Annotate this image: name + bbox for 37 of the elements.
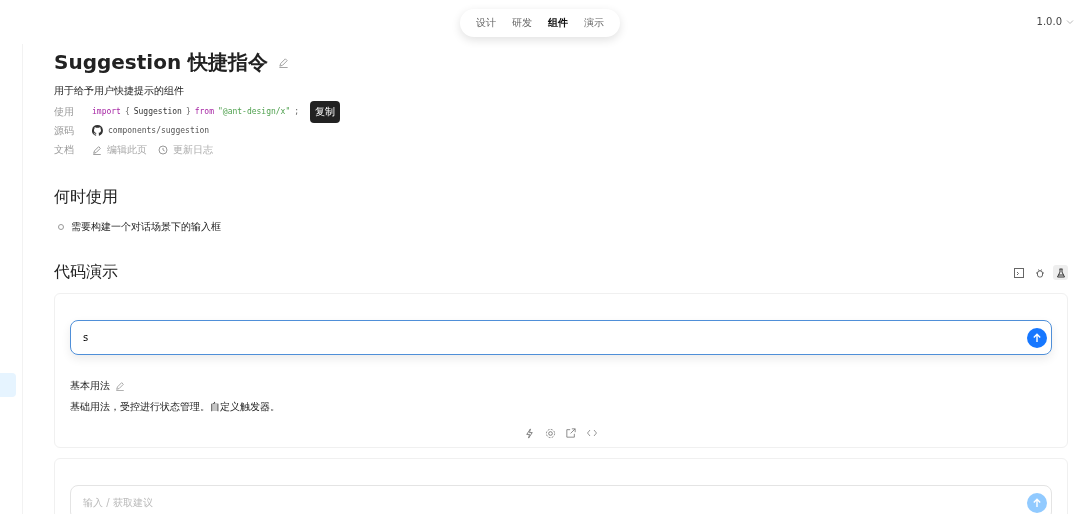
message-input[interactable]: s: [81, 331, 1027, 344]
input-box[interactable]: s: [70, 320, 1052, 355]
nav-tab[interactable]: 研发: [512, 16, 532, 30]
nav-tab[interactable]: 设计: [476, 16, 496, 30]
input-box[interactable]: 输入 / 获取建议: [70, 485, 1052, 514]
version-select[interactable]: 1.0.0: [1036, 16, 1074, 27]
nav-tab[interactable]: 组件: [548, 16, 568, 30]
nav-tab[interactable]: 演示: [584, 16, 604, 30]
meta-label: 文档: [54, 142, 75, 157]
edit-icon[interactable]: [115, 381, 125, 391]
send-button[interactable]: [1027, 327, 1047, 348]
edit-icon: [92, 144, 102, 155]
page-title: Suggestion 快捷指令: [54, 49, 269, 76]
page-subtitle: 用于给予用户快捷提示的组件: [54, 84, 185, 98]
bullet-text: 需要构建一个对话场景下的输入框: [71, 220, 221, 234]
edit-icon[interactable]: [278, 57, 290, 68]
demo-description: 基础用法，受控进行状态管理。自定义触发器。: [70, 400, 281, 414]
import-code: import { Suggestion } from "@ant-design/x" ;: [92, 107, 300, 116]
source-link[interactable]: components/suggestion: [108, 126, 210, 135]
external-link-icon[interactable]: [566, 428, 576, 438]
expand-code-icon[interactable]: [1011, 265, 1026, 280]
settings-icon[interactable]: [545, 428, 556, 439]
history-icon: [158, 144, 168, 155]
meta-label: 源码: [54, 123, 75, 138]
chevron-down-icon: [1066, 17, 1074, 26]
copy-tooltip: 复制: [310, 100, 341, 123]
lightning-icon[interactable]: [524, 428, 535, 439]
flask-icon[interactable]: [1053, 265, 1068, 280]
section-heading: 何时使用: [54, 187, 119, 208]
meta-label: 使用: [54, 104, 75, 119]
demo-title: 基本用法: [70, 379, 110, 393]
section-heading: 代码演示: [54, 262, 118, 283]
message-input[interactable]: 输入 / 获取建议: [81, 496, 1027, 509]
arrow-up-icon: [1032, 497, 1042, 508]
code-icon[interactable]: [586, 428, 598, 438]
github-icon: [92, 125, 103, 136]
arrow-up-icon: [1032, 332, 1042, 343]
